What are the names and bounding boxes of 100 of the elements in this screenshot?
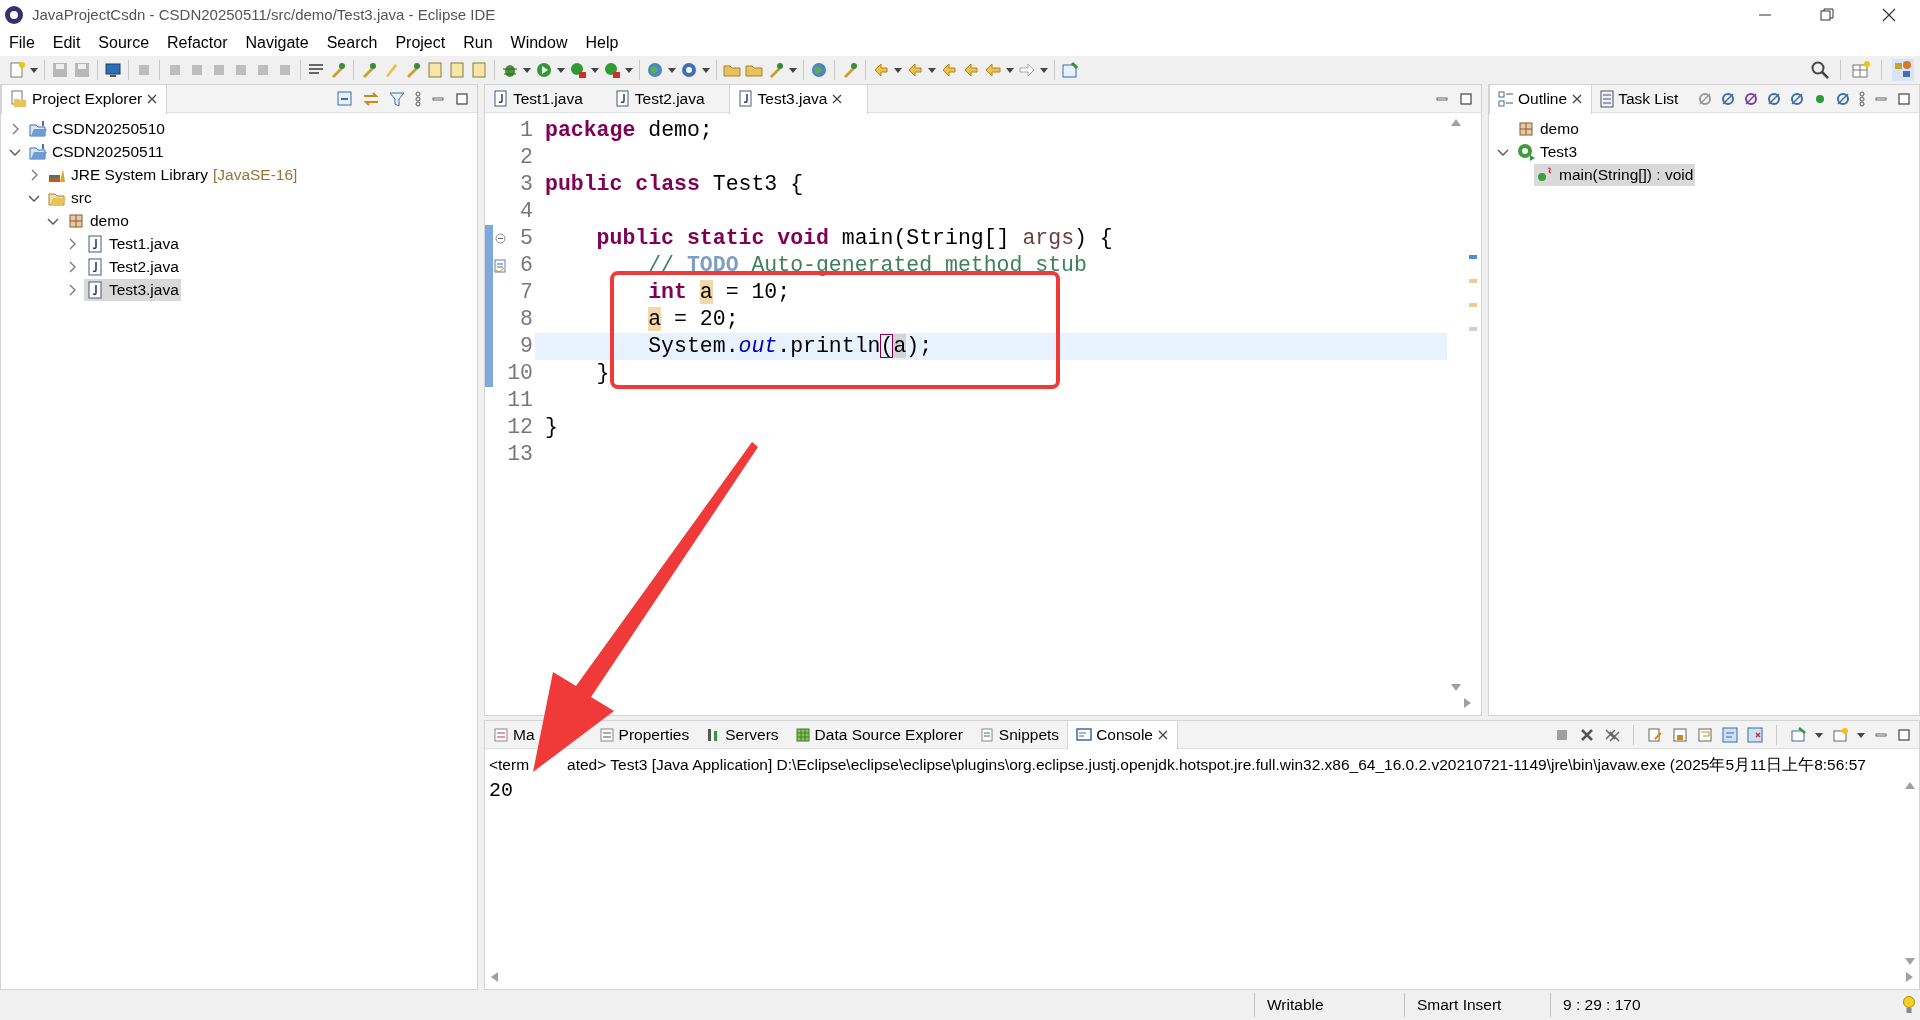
link-editor-icon[interactable]	[363, 90, 379, 107]
filter-toggle-icon[interactable]	[1698, 91, 1712, 106]
view-tab[interactable]: Data Source Explorer	[786, 720, 971, 749]
class-icon[interactable]	[680, 61, 698, 79]
close-window-icon[interactable]	[1880, 6, 1898, 24]
tree-item[interactable]: Test1.java	[84, 232, 181, 255]
document-icon[interactable]	[448, 61, 466, 79]
scroll-lock-icon[interactable]	[1672, 726, 1688, 743]
tree-item[interactable]: Test2.java	[84, 255, 181, 278]
close-icon[interactable]	[146, 93, 159, 105]
code-line: int a = 10;	[647, 279, 792, 306]
tree-item[interactable]: JRE System Library [JavaSE-16]	[46, 163, 300, 186]
open-console-icon[interactable]	[1790, 726, 1806, 743]
menu-item[interactable]: Source	[89, 30, 159, 56]
fold-icon[interactable]	[494, 233, 506, 244]
outline-icon	[1498, 91, 1514, 107]
close-icon[interactable]	[1571, 93, 1584, 105]
scroll-right-icon[interactable]	[1905, 971, 1915, 983]
tree-item[interactable]: demo	[1515, 117, 1581, 140]
close-icon[interactable]	[1157, 729, 1169, 741]
app-icon	[4, 5, 24, 25]
line-number: 6	[519, 252, 534, 280]
menu-item[interactable]: Run	[454, 30, 502, 56]
filter-toggle-icon[interactable]	[1767, 91, 1781, 106]
overview-mark	[1469, 279, 1477, 283]
view-tab[interactable]: Snippets	[970, 720, 1068, 749]
view-tab[interactable]: Servers	[697, 720, 787, 749]
filter-toggle-icon[interactable]	[1744, 91, 1758, 106]
menu-item[interactable]: Help	[576, 30, 628, 56]
scroll-down-icon[interactable]	[1904, 957, 1916, 967]
document-icon[interactable]	[426, 61, 444, 79]
line-number: 13	[507, 441, 534, 469]
menu-item[interactable]: Refactor	[158, 30, 237, 56]
menu-item[interactable]: File	[0, 30, 44, 56]
scroll-up-icon[interactable]	[1904, 780, 1916, 791]
tree-item[interactable]: CSDN20250511	[27, 140, 166, 163]
navigate-icon[interactable]	[962, 61, 980, 79]
document-icon[interactable]	[470, 61, 488, 79]
pin-console-icon[interactable]	[1722, 726, 1738, 743]
search-icon[interactable]	[1810, 60, 1830, 80]
display-console-icon[interactable]	[1747, 726, 1763, 743]
line-number: 5	[519, 225, 534, 253]
globe-icon[interactable]	[810, 61, 828, 79]
run-icon[interactable]	[569, 61, 587, 79]
tree-item[interactable]: CSDN20250510	[27, 117, 167, 140]
view-tab[interactable]: Ma	[485, 720, 591, 749]
run-icon[interactable]	[603, 61, 621, 79]
tree-item[interactable]: src	[46, 186, 94, 209]
view-tab[interactable]: Task List	[1592, 84, 1687, 113]
view-tab[interactable]: Outline	[1489, 84, 1593, 114]
menu-item[interactable]: Window	[501, 30, 577, 56]
maximize-icon[interactable]	[1897, 727, 1911, 742]
explorer-icon	[10, 90, 28, 108]
perspective-icon[interactable]	[1851, 60, 1871, 80]
overview-mark	[1469, 327, 1477, 331]
tree-item[interactable]: demo	[65, 209, 131, 232]
view-tab[interactable]: Test3.java	[728, 84, 869, 114]
remove-all-icon[interactable]	[1604, 726, 1620, 743]
monitor-icon[interactable]	[104, 61, 122, 79]
status-text: Writable	[1254, 993, 1404, 1017]
restore-window-icon[interactable]	[1818, 6, 1836, 24]
maximize-icon[interactable]	[1897, 91, 1911, 106]
view-menu-icon[interactable]	[1859, 90, 1865, 107]
view-tab[interactable]: Test2.java	[606, 84, 729, 113]
scroll-down-icon[interactable]	[1450, 683, 1462, 693]
line-number: 8	[519, 306, 534, 334]
maximize-icon[interactable]	[1459, 91, 1473, 106]
filter-toggle-icon[interactable]	[1790, 91, 1804, 106]
maximize-icon[interactable]	[455, 91, 469, 106]
scroll-up-icon[interactable]	[1450, 117, 1462, 127]
tree-item[interactable]: main(String[]) : void	[1534, 163, 1696, 186]
tree-item[interactable]: Test3	[1515, 140, 1580, 163]
menu-item[interactable]: Project	[386, 30, 455, 56]
view-tab[interactable]: Properties	[590, 720, 698, 749]
collapse-all-icon[interactable]	[337, 90, 353, 107]
run-icon[interactable]	[535, 61, 553, 79]
filter-toggle-icon[interactable]	[1721, 91, 1735, 106]
filter-icon[interactable]	[389, 90, 405, 107]
word-wrap-icon[interactable]	[1697, 726, 1713, 743]
tree-item[interactable]: Test3.java	[84, 278, 181, 301]
project-folder-icon	[29, 142, 47, 161]
menu-item[interactable]: Search	[317, 30, 387, 56]
close-icon[interactable]	[831, 93, 844, 105]
remove-icon[interactable]	[1579, 726, 1595, 743]
menu-item[interactable]: Edit	[43, 30, 90, 56]
scroll-left-icon[interactable]	[489, 971, 499, 983]
java-perspective-icon[interactable]	[1892, 59, 1914, 81]
scroll-right-icon[interactable]	[1463, 697, 1473, 709]
pin-icon[interactable]	[1061, 61, 1079, 79]
code-line: }	[595, 360, 611, 387]
view-menu-icon[interactable]	[415, 90, 421, 107]
view-tab[interactable]: Console	[1067, 720, 1178, 750]
filter-toggle-icon[interactable]	[1836, 91, 1850, 106]
line-number: 7	[519, 279, 534, 307]
clear-console-icon[interactable]	[1647, 726, 1663, 743]
view-tab[interactable]: Test1.java	[485, 84, 607, 113]
new-console-icon[interactable]	[1832, 726, 1848, 743]
lightbulb-icon[interactable]	[1902, 995, 1916, 1015]
view-tab[interactable]: Project Explorer	[1, 84, 168, 114]
menu-item[interactable]: Navigate	[236, 30, 318, 56]
